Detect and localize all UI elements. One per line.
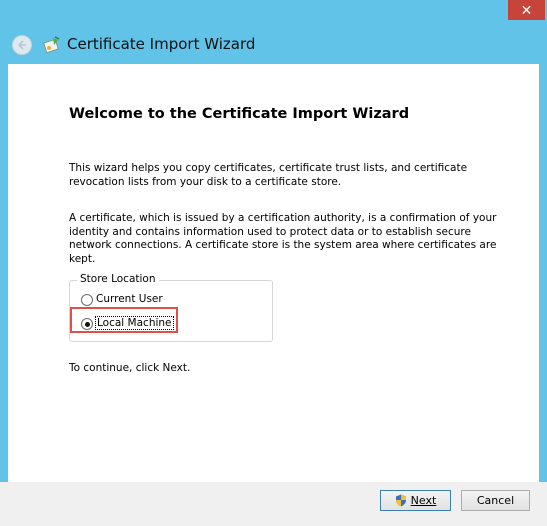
wizard-footer: Next Cancel	[0, 482, 547, 526]
next-button-label: Next	[410, 494, 437, 507]
next-button[interactable]: Next	[380, 490, 451, 511]
store-location-legend: Store Location	[77, 273, 159, 285]
intro-paragraph: This wizard helps you copy certificates,…	[69, 162, 468, 188]
uac-shield-icon	[395, 494, 406, 507]
cancel-button[interactable]: Cancel	[461, 490, 530, 511]
certificate-import-wizard-window: ✕ Certificate Import Wizard Welcome to t…	[0, 0, 547, 526]
wizard-header: Certificate Import Wizard	[0, 24, 547, 64]
page-heading: Welcome to the Certificate Import Wizard	[69, 106, 410, 122]
certificate-wizard-icon	[43, 36, 61, 54]
wizard-content: Welcome to the Certificate Import Wizard…	[8, 64, 539, 482]
cancel-button-label: Cancel	[476, 494, 515, 507]
window-title: Certificate Import Wizard	[67, 35, 256, 53]
close-icon: ✕	[520, 2, 533, 18]
highlight-annotation-box	[70, 307, 178, 333]
back-button[interactable]	[12, 35, 32, 55]
close-button[interactable]: ✕	[508, 0, 545, 20]
continue-instruction: To continue, click Next.	[69, 362, 191, 374]
current-user-label[interactable]: Current User	[96, 293, 163, 305]
back-arrow-icon	[17, 40, 26, 50]
certificate-description-paragraph: A certificate, which is issued by a cert…	[69, 212, 497, 265]
radio-button-unselected[interactable]	[81, 294, 93, 306]
